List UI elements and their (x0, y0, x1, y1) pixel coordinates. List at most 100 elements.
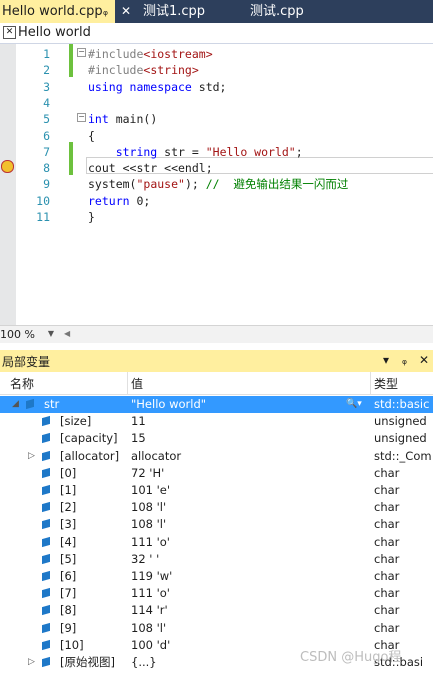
locals-title-bar: 局部变量 ▾ ᵩ ✕ (0, 350, 433, 372)
variable-name: [7] (60, 586, 77, 601)
scroll-left-icon[interactable]: ◀ (64, 327, 76, 341)
variable-value[interactable]: 72 'H' (131, 465, 367, 482)
variable-type: unsigned (374, 431, 427, 446)
line-number: 8 (43, 161, 50, 176)
variable-type: char (374, 551, 400, 566)
tab-test1[interactable]: 测试1.cpp (143, 0, 233, 23)
column-header-name[interactable]: 名称 (10, 375, 34, 392)
variable-icon (42, 605, 50, 616)
locals-row[interactable]: [8] 114 'r' char (0, 602, 433, 619)
zoom-level[interactable]: 100 % (0, 326, 35, 343)
locals-row[interactable]: [7] 111 'o' char (0, 585, 433, 602)
pin-icon[interactable]: ᵩ (402, 353, 407, 367)
close-icon[interactable]: ✕ (121, 0, 131, 23)
collapse-icon[interactable]: ◢ (12, 396, 19, 413)
line-number: 6 (43, 128, 50, 143)
variable-value[interactable]: 119 'w' (131, 568, 367, 585)
code-token: 0; (136, 193, 151, 208)
variable-value[interactable]: 101 'e' (131, 482, 367, 499)
line-number: 1 (43, 47, 50, 61)
code-token: str = (164, 144, 206, 159)
variable-name: [9] (60, 620, 77, 635)
code-token: main() (115, 112, 158, 127)
variable-icon (42, 484, 50, 496)
variable-value[interactable]: allocator (131, 448, 367, 465)
tab-hello-world[interactable]: Hello world.cpp (0, 0, 115, 23)
variable-icon (42, 536, 50, 547)
variable-value[interactable]: 11 (131, 413, 367, 430)
variable-icon (42, 588, 50, 599)
scope-dropdown[interactable]: ✕ Hello world (0, 23, 433, 44)
locals-row[interactable]: ▷ [allocator] allocator std::_Com (0, 448, 433, 465)
variable-value[interactable]: 108 'l' (131, 620, 367, 637)
locals-row[interactable]: ◢ str "Hello world" 🔍▾ std::basic (0, 396, 433, 414)
text-visualizer-icon[interactable]: 🔍▾ (346, 396, 368, 413)
tab-test[interactable]: 测试.cpp (250, 0, 340, 23)
variable-type: unsigned (374, 414, 427, 429)
locals-title: 局部变量 (2, 355, 51, 369)
variable-icon (42, 519, 50, 530)
locals-header: 名称 值 类型 (0, 372, 433, 395)
variable-value[interactable]: 32 ' ' (131, 551, 367, 568)
code-line: system("pause"); // 避免输出结果一闪而过 (88, 176, 348, 192)
column-header-type[interactable]: 类型 (374, 375, 398, 392)
locals-row[interactable]: [4] 111 'o' char (0, 534, 433, 551)
locals-row[interactable]: [2] 108 'l' char (0, 499, 433, 516)
code-token: ; (295, 144, 303, 159)
variable-name: [capacity] (60, 431, 118, 446)
expand-icon[interactable]: ▷ (28, 654, 35, 671)
column-header-value[interactable]: 值 (131, 375, 143, 392)
locals-window: 局部变量 ▾ ᵩ ✕ 名称 值 类型 ◢ str "Hello world" 🔍▾ st… (0, 350, 433, 674)
code-editor[interactable]: 1 2 3 4 5 6 7 8 9 10 11 − − #include<iostream> #inc… (0, 44, 433, 325)
variable-value[interactable]: "Hello world" (131, 396, 367, 413)
variable-value[interactable]: 108 'l' (131, 499, 367, 516)
indicator-margin[interactable] (0, 44, 16, 325)
code-line: } (88, 209, 95, 225)
variable-icon (26, 398, 34, 410)
line-number: 4 (43, 95, 50, 110)
code-token: std; (198, 79, 227, 94)
window-menu-icon[interactable]: ▾ (383, 353, 389, 367)
line-number: 3 (43, 79, 50, 94)
locals-row[interactable]: [3] 108 'l' char (0, 516, 433, 533)
variable-value[interactable]: 111 'o' (131, 585, 367, 602)
locals-row[interactable]: [1] 101 'e' char (0, 482, 433, 499)
code-token: #include (88, 47, 144, 61)
code-token: } (88, 210, 95, 224)
variable-name: [allocator] (60, 448, 120, 463)
variable-value[interactable]: 114 'r' (131, 602, 367, 619)
code-token: system( (88, 177, 137, 192)
locals-row[interactable]: [6] 119 'w' char (0, 568, 433, 585)
breakpoint-current-icon[interactable] (1, 160, 14, 173)
code-token: string (88, 144, 165, 159)
code-token: return (88, 193, 137, 208)
code-line: { (88, 128, 95, 144)
editor-tab-strip: Hello world.cpp ᵩ ✕ 测试1.cpp 测试.cpp (0, 0, 433, 23)
collapse-icon[interactable]: − (77, 48, 86, 57)
locals-row[interactable]: [5] 32 ' ' char (0, 551, 433, 568)
variable-value[interactable]: 15 (131, 430, 367, 447)
locals-row[interactable]: [size] 11 unsigned (0, 413, 433, 430)
close-icon[interactable]: ✕ (419, 353, 429, 367)
variable-name: str (44, 397, 60, 411)
collapse-icon[interactable]: − (77, 113, 86, 122)
project-icon: ✕ (3, 26, 16, 39)
tab-label: 测试1.cpp (143, 4, 206, 19)
expand-icon[interactable]: ▷ (28, 448, 35, 465)
locals-row[interactable]: [9] 108 'l' char (0, 620, 433, 637)
variable-value[interactable]: 108 'l' (131, 516, 367, 533)
variable-value[interactable]: 111 'o' (131, 534, 367, 551)
variable-type: char (374, 534, 400, 549)
locals-row[interactable]: [capacity] 15 unsigned (0, 430, 433, 447)
variable-name: [10] (60, 637, 84, 652)
pin-icon[interactable]: ᵩ (103, 0, 108, 23)
variable-name: [2] (60, 500, 77, 515)
locals-row[interactable]: [0] 72 'H' char (0, 465, 433, 482)
variable-name: [原始视图] (60, 655, 115, 669)
code-token: using namespace (88, 79, 199, 94)
variable-name: [0] (60, 465, 77, 480)
variable-icon (42, 467, 50, 478)
chevron-down-icon[interactable]: ▼ (45, 327, 57, 341)
change-marker (69, 44, 73, 77)
variable-icon (42, 450, 50, 461)
